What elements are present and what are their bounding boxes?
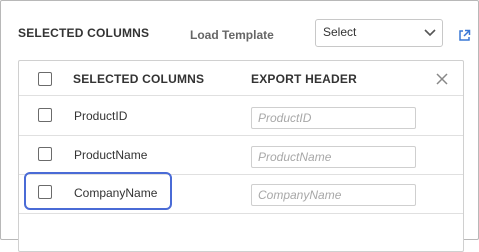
load-template-label: Load Template [190, 28, 274, 42]
template-select[interactable]: Select [315, 19, 443, 47]
row-checkbox-productname[interactable] [38, 147, 52, 161]
header-export-header: EXPORT HEADER [251, 72, 357, 86]
row-name-productid: ProductID [74, 109, 128, 123]
header-selected-columns: SELECTED COLUMNS [73, 72, 205, 86]
select-all-checkbox[interactable] [38, 72, 52, 86]
columns-panel: SELECTED COLUMNS EXPORT HEADER ProductID… [18, 60, 464, 252]
close-icon[interactable] [435, 72, 449, 86]
export-header-input-productid[interactable] [251, 107, 416, 129]
section-title: SELECTED COLUMNS [18, 26, 150, 40]
row-name-productname: ProductName [74, 148, 148, 162]
export-header-input-productname[interactable] [251, 146, 416, 168]
row-divider [19, 135, 463, 136]
external-link-icon[interactable] [458, 29, 471, 42]
row-divider [19, 174, 463, 175]
row-checkbox-productid[interactable] [38, 108, 52, 122]
row-divider [19, 213, 463, 214]
template-select-value: Select [323, 25, 357, 39]
chevron-down-icon [424, 29, 436, 37]
row-name-companyname: CompanyName [74, 186, 158, 200]
row-divider [19, 95, 463, 96]
export-header-input-companyname[interactable] [251, 184, 416, 206]
row-checkbox-companyname[interactable] [38, 185, 52, 199]
